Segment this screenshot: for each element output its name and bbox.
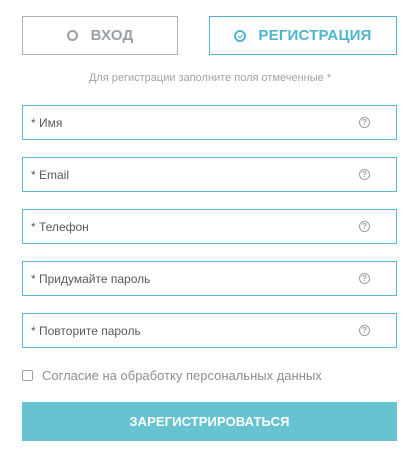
name-field-wrapper: ? bbox=[22, 105, 397, 140]
check-circle-icon bbox=[234, 29, 247, 42]
password-field-wrapper: ? bbox=[22, 261, 397, 296]
register-submit-button[interactable]: ЗАРЕГИСТРИРОВАТЬСЯ bbox=[22, 402, 397, 441]
consent-checkbox[interactable] bbox=[22, 370, 33, 381]
auth-tabs: ВХОД РЕГИСТРАЦИЯ bbox=[22, 16, 397, 55]
help-icon[interactable]: ? bbox=[359, 325, 370, 336]
password-repeat-field-wrapper: ? bbox=[22, 313, 397, 348]
required-fields-hint: Для регистрации заполните поля отмеченны… bbox=[88, 72, 332, 84]
help-icon[interactable]: ? bbox=[359, 169, 370, 180]
help-icon[interactable]: ? bbox=[359, 117, 370, 128]
help-icon[interactable]: ? bbox=[359, 221, 370, 232]
tab-login-label: ВХОД bbox=[90, 27, 134, 44]
tab-register[interactable]: РЕГИСТРАЦИЯ bbox=[209, 16, 397, 55]
phone-input[interactable] bbox=[23, 210, 359, 243]
email-field-wrapper: ? bbox=[22, 157, 397, 192]
tab-register-label: РЕГИСТРАЦИЯ bbox=[258, 27, 372, 44]
phone-field-wrapper: ? bbox=[22, 209, 397, 244]
name-input[interactable] bbox=[23, 106, 359, 139]
help-icon[interactable]: ? bbox=[359, 273, 370, 284]
password-input[interactable] bbox=[23, 262, 359, 295]
radio-circle-icon bbox=[66, 30, 78, 41]
consent-checkbox-row[interactable]: Согласие на обработку персональных данны… bbox=[22, 368, 322, 383]
tab-login[interactable]: ВХОД bbox=[22, 16, 178, 55]
consent-label: Согласие на обработку персональных данны… bbox=[42, 368, 322, 383]
email-input[interactable] bbox=[23, 158, 359, 191]
password-repeat-input[interactable] bbox=[23, 314, 359, 347]
